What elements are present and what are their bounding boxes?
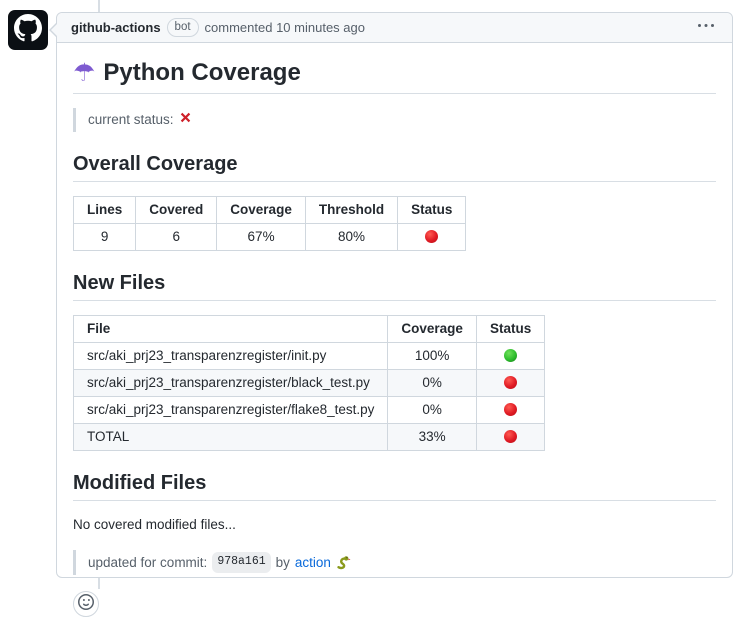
overall-coverage-table: Lines Covered Coverage Threshold Status …	[73, 196, 466, 251]
col-header-covered: Covered	[136, 196, 217, 223]
cell-file: src/aki_prj23_transparenzregister/init.p…	[74, 342, 388, 369]
cell-status	[476, 423, 544, 450]
table-row-total: TOTAL 33%	[74, 423, 545, 450]
red-circle-icon	[504, 376, 517, 389]
col-header-file: File	[74, 315, 388, 342]
red-circle-icon	[425, 230, 438, 243]
report-title: ☂ Python Coverage	[73, 59, 716, 94]
cell-status	[476, 342, 544, 369]
col-header-threshold: Threshold	[305, 196, 397, 223]
cell-coverage: 33%	[388, 423, 477, 450]
cell-file: TOTAL	[74, 423, 388, 450]
updated-label: updated for commit:	[88, 553, 207, 573]
github-octocat-icon	[14, 14, 42, 47]
cell-coverage: 100%	[388, 342, 477, 369]
smiley-icon	[78, 594, 94, 613]
col-header-lines: Lines	[74, 196, 136, 223]
modified-files-heading: Modified Files	[73, 471, 716, 501]
col-header-status: Status	[476, 315, 544, 342]
snake-icon	[336, 553, 352, 573]
commit-sha: 978a161	[212, 552, 270, 573]
comment-card: github-actions bot commented 10 minutes …	[56, 12, 733, 578]
bot-badge: bot	[167, 18, 199, 37]
cell-status	[476, 369, 544, 396]
table-row: src/aki_prj23_transparenzregister/flake8…	[74, 396, 545, 423]
col-header-coverage: Coverage	[388, 315, 477, 342]
new-files-table: File Coverage Status src/aki_prj23_trans…	[73, 315, 545, 451]
cell-coverage: 0%	[388, 369, 477, 396]
cell-coverage: 0%	[388, 396, 477, 423]
comment-body: ☂ Python Coverage current status: Overal…	[57, 43, 732, 633]
commit-info-quote: updated for commit: 978a161 by action	[73, 550, 716, 575]
cell-covered: 6	[136, 223, 217, 250]
cell-coverage: 67%	[217, 223, 306, 250]
table-header-row: File Coverage Status	[74, 315, 545, 342]
comment-menu-button[interactable]	[694, 16, 718, 39]
umbrella-icon: ☂	[73, 61, 95, 86]
cell-status	[476, 396, 544, 423]
table-row: src/aki_prj23_transparenzregister/init.p…	[74, 342, 545, 369]
comment-header: github-actions bot commented 10 minutes …	[57, 13, 732, 43]
status-label: current status:	[88, 110, 174, 130]
table-row: src/aki_prj23_transparenzregister/black_…	[74, 369, 545, 396]
cell-status	[398, 223, 466, 250]
table-header-row: Lines Covered Coverage Threshold Status	[74, 196, 466, 223]
cross-mark-icon	[179, 110, 192, 130]
author-link[interactable]: github-actions	[71, 20, 161, 35]
kebab-icon	[698, 18, 714, 37]
overall-coverage-heading: Overall Coverage	[73, 152, 716, 182]
col-header-coverage: Coverage	[217, 196, 306, 223]
timestamp-link[interactable]: commented 10 minutes ago	[205, 20, 365, 35]
report-title-text: Python Coverage	[103, 59, 300, 87]
cell-threshold: 80%	[305, 223, 397, 250]
col-header-status: Status	[398, 196, 466, 223]
green-circle-icon	[504, 349, 517, 362]
add-reaction-button[interactable]	[73, 591, 99, 617]
cell-lines: 9	[74, 223, 136, 250]
by-label: by	[276, 553, 290, 573]
table-row: 9 6 67% 80%	[74, 223, 466, 250]
new-files-heading: New Files	[73, 271, 716, 301]
action-link[interactable]: action	[295, 553, 331, 573]
no-modified-files-text: No covered modified files...	[73, 515, 716, 535]
cell-file: src/aki_prj23_transparenzregister/flake8…	[74, 396, 388, 423]
current-status-quote: current status:	[73, 108, 716, 132]
red-circle-icon	[504, 403, 517, 416]
cell-file: src/aki_prj23_transparenzregister/black_…	[74, 369, 388, 396]
red-circle-icon	[504, 430, 517, 443]
avatar[interactable]	[8, 10, 48, 50]
